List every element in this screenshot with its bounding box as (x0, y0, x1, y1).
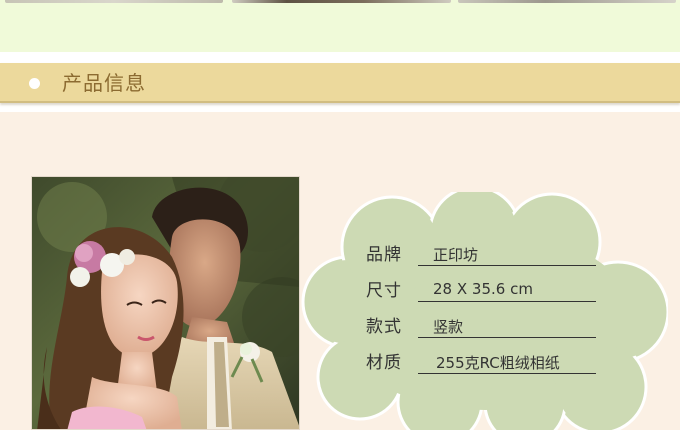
white-dot-icon (29, 78, 40, 89)
spec-row-brand: 品牌 正印坊 (366, 238, 606, 266)
spec-underline (418, 265, 596, 266)
spec-label-material: 材质 (366, 353, 402, 373)
spec-label-brand: 品牌 (366, 245, 402, 265)
section-title: 产品信息 (62, 71, 146, 95)
spec-value-size: 28 X 35.6 cm (433, 280, 533, 298)
spec-underline (418, 301, 596, 302)
thumbnail-strip (0, 0, 680, 52)
section-header: 产品信息 (0, 63, 680, 103)
spec-underline (418, 373, 596, 374)
spec-value-brand: 正印坊 (433, 246, 479, 264)
thumbnail-image-2[interactable] (232, 0, 451, 3)
spec-row-style: 款式 竖款 (366, 310, 606, 338)
spec-label-size: 尺寸 (366, 281, 402, 301)
spec-row-size: 尺寸 28 X 35.6 cm (366, 274, 606, 302)
spec-label-style: 款式 (366, 317, 402, 337)
thumbnail-image-3[interactable] (458, 0, 676, 3)
product-photo (31, 176, 300, 430)
spec-row-material: 材质 255克RC粗绒相纸 (366, 346, 606, 374)
spec-value-material: 255克RC粗绒相纸 (436, 354, 560, 372)
spec-underline (418, 337, 596, 338)
thumbnail-image-1[interactable] (5, 0, 223, 3)
spec-value-style: 竖款 (433, 318, 464, 336)
